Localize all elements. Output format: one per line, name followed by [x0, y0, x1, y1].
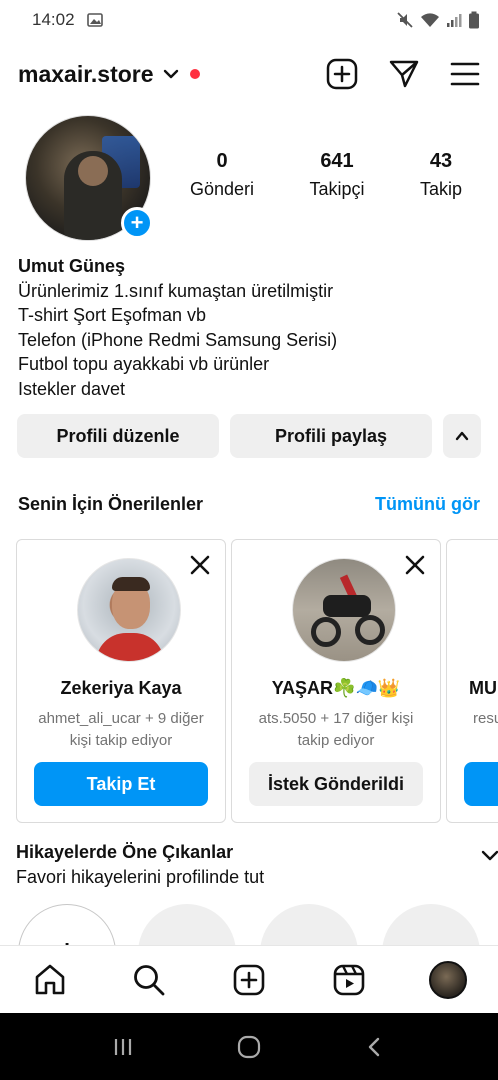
notification-dot [189, 69, 200, 79]
mute-icon [397, 12, 413, 28]
suggestion-card[interactable]: YAŞAR☘️🧢👑 ats.5050 + 17 diğer kişi takip… [231, 539, 441, 823]
suggestion-carousel[interactable]: Zekeriya Kaya ahmet_ali_ucar + 9 diğer k… [16, 539, 498, 823]
bio-line: T-shirt Şort Eşofman vb [18, 305, 207, 325]
chevron-down-icon[interactable] [162, 65, 180, 83]
add-story-icon[interactable]: + [121, 207, 153, 239]
request-sent-button[interactable]: İstek Gönderildi [249, 762, 423, 806]
stat-followers-value: 641 [320, 150, 354, 172]
threads-send-icon[interactable] [388, 58, 420, 90]
edit-profile-button[interactable]: Profili düzenle [17, 414, 219, 458]
avatar [429, 960, 468, 999]
share-profile-button[interactable]: Profili paylaş [230, 414, 432, 458]
bio-line: Futbol topu ayakkabi vb ürünler [18, 354, 270, 374]
suggestion-avatar[interactable] [292, 558, 396, 662]
suggestions-header: Senin İçin Önerilenler Tümünü gör [18, 494, 480, 515]
profile-stats: 0 Gönderi 641 Takipçi 43 Takip [190, 150, 480, 200]
profile-bio: Umut Güneş Ürünlerimiz 1.sınıf kumaştan … [18, 254, 488, 401]
highlights-title: Hikayelerde Öne Çıkanlar [16, 842, 234, 862]
profile-avatar[interactable]: + [25, 115, 153, 241]
bio-line: Ürünlerimiz 1.sınıf kumaştan üretilmişti… [18, 280, 334, 301]
suggestion-name[interactable]: YAŞAR☘️🧢👑 [232, 678, 440, 699]
recent-apps-icon[interactable] [111, 1035, 135, 1059]
stat-posts[interactable]: 0 Gönderi [190, 150, 254, 200]
profile-header: maxair.store [0, 52, 498, 96]
suggestion-mutuals: resu k [473, 710, 498, 727]
follow-button[interactable]: Takip Et [34, 762, 208, 806]
profile-name: Umut Güneş [18, 256, 126, 276]
create-icon [233, 964, 265, 995]
menu-icon[interactable] [450, 61, 480, 87]
bottom-navigation [0, 945, 498, 1013]
stat-followers-label: Takipçi [309, 179, 365, 199]
wifi-icon [421, 13, 439, 27]
nav-profile[interactable] [428, 960, 468, 1000]
see-all-link[interactable]: Tümünü gör [375, 494, 480, 515]
stat-followers[interactable]: 641 Takipçi [309, 150, 364, 200]
suggestion-mutuals: ahmet_ali_ucar + 9 diğer kişi takip ediy… [38, 710, 204, 749]
suggestion-name[interactable]: MU [469, 678, 498, 699]
close-icon[interactable] [404, 554, 426, 576]
highlights-subtitle: Favori hikayelerini profilinde tut [16, 867, 265, 887]
nav-create[interactable] [229, 960, 269, 1000]
suggestions-title: Senin İçin Önerilenler [18, 494, 204, 514]
stat-posts-value: 0 [216, 150, 228, 172]
nav-home[interactable] [30, 960, 70, 1000]
stat-posts-label: Gönderi [190, 179, 255, 199]
suggestion-mutuals: ats.5050 + 17 diğer kişi takip ediyor [258, 710, 414, 749]
nav-reels[interactable] [329, 960, 369, 1000]
chevron-down-icon[interactable] [480, 845, 498, 865]
follow-button[interactable] [464, 762, 498, 806]
suggestion-avatar[interactable] [77, 558, 181, 662]
chevron-up-icon [455, 431, 469, 441]
status-time: 14:02 [32, 10, 75, 29]
suggestion-card[interactable]: Zekeriya Kaya ahmet_ali_ucar + 9 diğer k… [16, 539, 226, 823]
suggestion-name[interactable]: Zekeriya Kaya [17, 678, 225, 699]
search-icon [134, 964, 165, 995]
bio-line: Telefon (iPhone Redmi Samsung Serisi) [18, 329, 338, 350]
battery-icon [469, 11, 479, 29]
nav-search[interactable] [129, 960, 169, 1000]
reels-icon [333, 964, 364, 995]
system-navigation-bar [0, 1013, 498, 1080]
stat-following-label: Takip [419, 179, 462, 199]
profile-actions: Profili düzenle Profili paylaş [17, 414, 481, 458]
bio-line: Istekler davet [18, 378, 126, 399]
stat-following[interactable]: 43 Takip [420, 150, 462, 200]
back-icon[interactable] [363, 1035, 387, 1059]
close-icon[interactable] [189, 554, 211, 576]
create-post-icon[interactable] [326, 58, 358, 90]
home-button-icon[interactable] [236, 1034, 262, 1060]
stat-following-value: 43 [429, 150, 453, 172]
account-switcher-username[interactable]: maxair.store [18, 61, 154, 88]
home-icon [35, 964, 65, 994]
gallery-icon [86, 13, 103, 27]
status-bar: 14:02 [0, 0, 498, 40]
toggle-suggestions-button[interactable] [443, 414, 481, 458]
suggestion-card[interactable]: MU resu k [446, 539, 498, 823]
signal-icon [447, 14, 462, 27]
